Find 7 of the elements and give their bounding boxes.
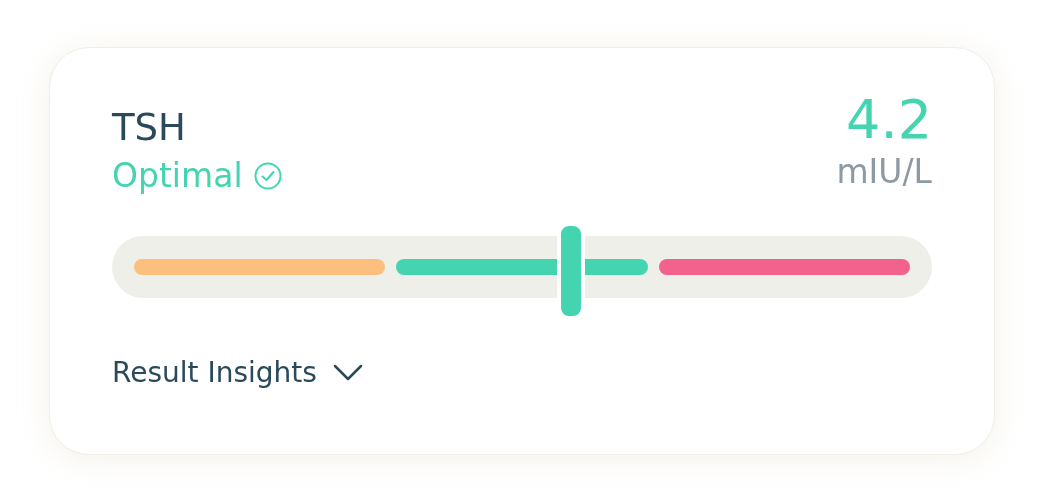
check-circle-icon: [252, 161, 283, 191]
result-unit: mIU/L: [836, 152, 932, 192]
result-value: 4.2: [846, 92, 932, 148]
status-label: Optimal: [112, 156, 243, 196]
test-name: TSH: [112, 106, 186, 150]
chevron-icon: [332, 363, 363, 382]
result-insights-toggle[interactable]: Result Insights: [112, 356, 363, 389]
